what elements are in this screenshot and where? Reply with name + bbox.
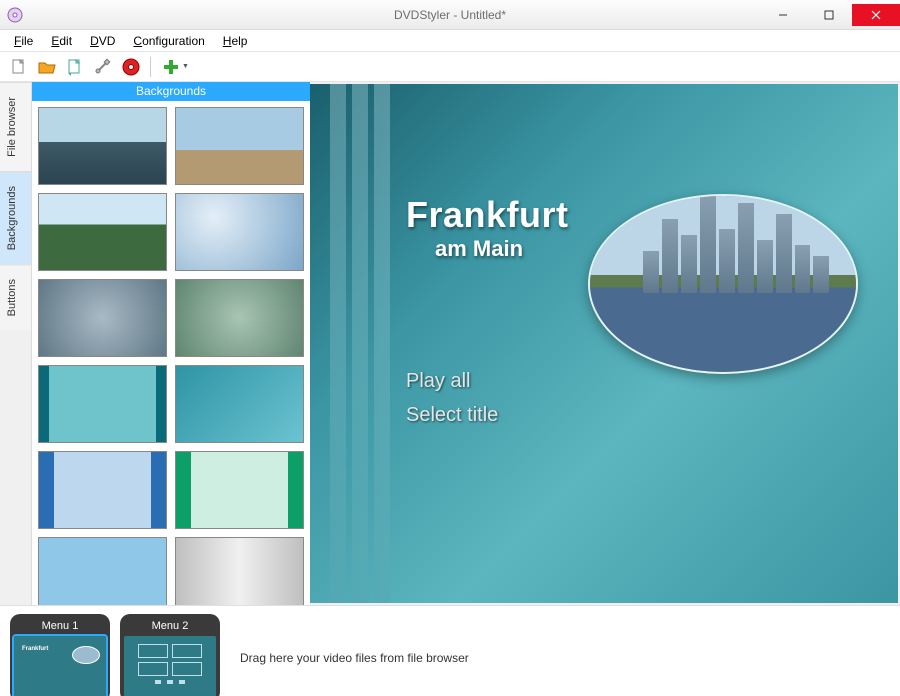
dropdown-arrow-icon: ▼ (182, 63, 189, 70)
titlebar: DVDStyler - Untitled* (0, 0, 900, 30)
background-thumb[interactable] (175, 365, 304, 443)
menu-help[interactable]: Help (215, 32, 256, 50)
menu-thumb-1-label: Menu 1 (14, 618, 106, 636)
menu-title-line1[interactable]: Frankfurt (406, 194, 569, 236)
menu-image-oval[interactable] (588, 194, 858, 374)
menu-file[interactable]: File (6, 32, 41, 50)
tab-backgrounds[interactable]: Backgrounds (0, 171, 31, 264)
close-button[interactable] (852, 4, 900, 26)
app-icon (0, 0, 30, 30)
background-thumb[interactable] (175, 537, 304, 605)
decorative-stripes (330, 84, 390, 603)
backgrounds-scroll[interactable] (32, 101, 310, 605)
tab-backgrounds-label: Backgrounds (6, 186, 18, 250)
tab-file-browser[interactable]: File browser (0, 82, 31, 171)
menu-dvd[interactable]: DVD (82, 32, 123, 50)
background-thumb[interactable] (175, 107, 304, 185)
side-tabs: File browser Backgrounds Buttons (0, 82, 32, 605)
menu-configuration[interactable]: Configuration (125, 32, 212, 50)
menu-edit[interactable]: Edit (43, 32, 80, 50)
menu-button-play-all[interactable]: Play all (406, 370, 470, 393)
menu-thumb-2-label: Menu 2 (124, 618, 216, 636)
city-skyline-icon (643, 194, 829, 293)
background-thumb[interactable] (38, 193, 167, 271)
menu-button-select-title[interactable]: Select title (406, 404, 498, 427)
background-thumb[interactable] (175, 193, 304, 271)
drop-hint: Drag here your video files from file bro… (240, 651, 469, 665)
menu-preview[interactable]: Frankfurt am Main Play all Select title (310, 84, 898, 603)
timeline-strip[interactable]: Menu 1 Frankfurt Menu 2 Drag here your v… (0, 605, 900, 696)
background-thumb[interactable] (175, 451, 304, 529)
toolbar: ▼ (0, 52, 900, 82)
background-thumb[interactable] (38, 279, 167, 357)
add-button[interactable]: ▼ (157, 54, 193, 80)
tab-buttons-label: Buttons (6, 279, 18, 316)
background-thumb[interactable] (175, 279, 304, 357)
tab-buttons[interactable]: Buttons (0, 264, 31, 330)
menu-title-line2[interactable]: am Main (435, 236, 523, 262)
tab-file-browser-label: File browser (6, 97, 18, 157)
toolbar-separator (150, 57, 151, 77)
menu-thumb-2[interactable]: Menu 2 (120, 614, 220, 696)
background-thumb[interactable] (38, 451, 167, 529)
settings-button[interactable] (90, 54, 116, 80)
maximize-button[interactable] (806, 4, 852, 26)
background-thumb[interactable] (38, 537, 167, 605)
backgrounds-header: Backgrounds (32, 82, 310, 101)
background-thumb[interactable] (38, 107, 167, 185)
open-project-button[interactable] (34, 54, 60, 80)
menubar: File Edit DVD Configuration Help (0, 30, 900, 52)
menu-thumb-1[interactable]: Menu 1 Frankfurt (10, 614, 110, 696)
burn-button[interactable] (118, 54, 144, 80)
new-project-button[interactable] (6, 54, 32, 80)
background-thumb[interactable] (38, 365, 167, 443)
minimize-button[interactable] (760, 4, 806, 26)
save-project-button[interactable] (62, 54, 88, 80)
